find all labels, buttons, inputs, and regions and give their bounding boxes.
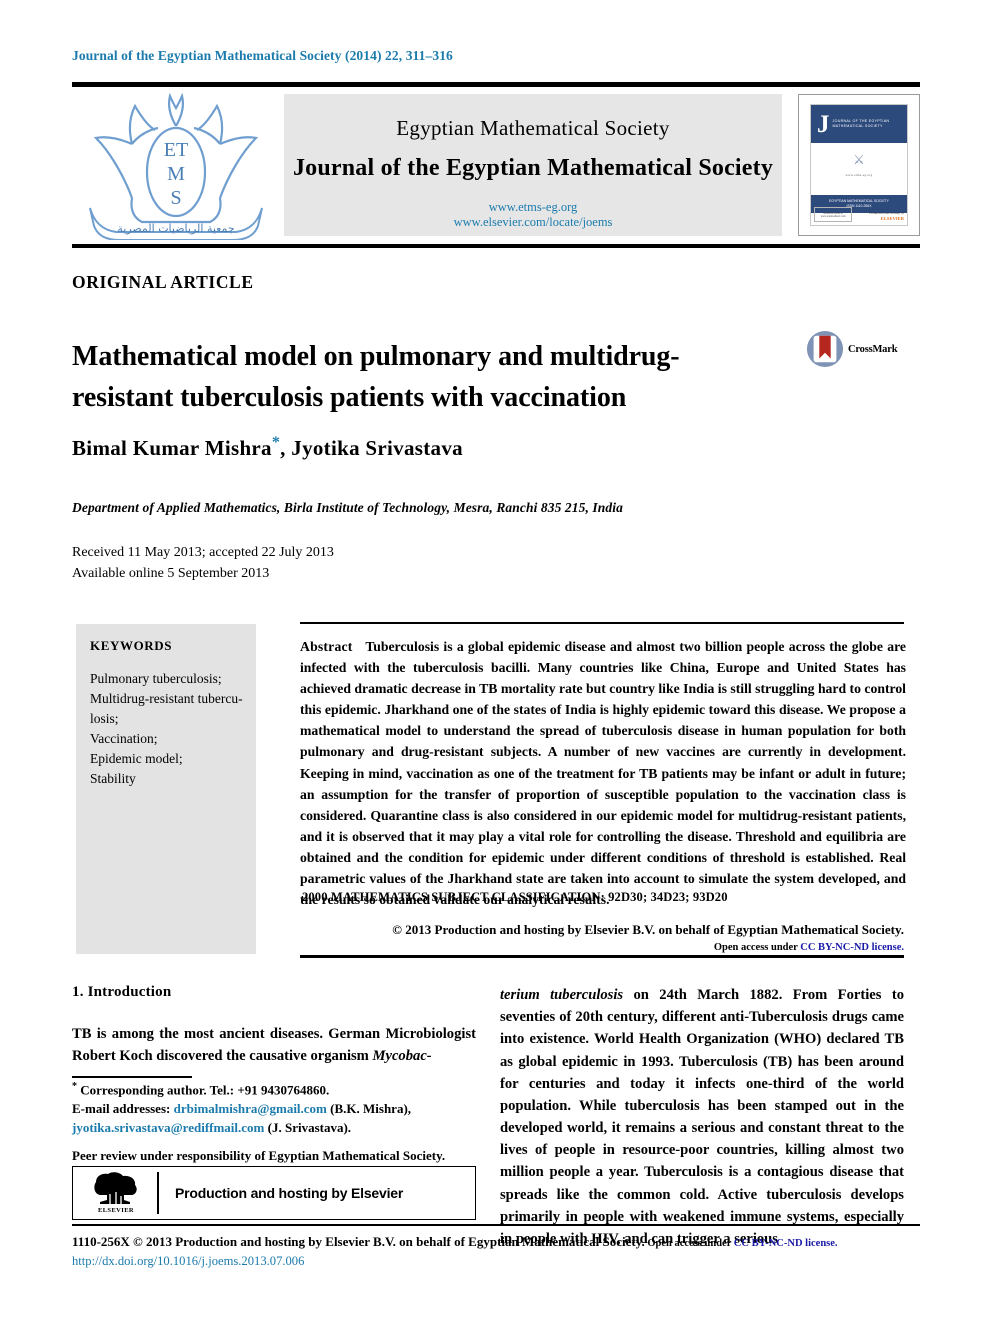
crossmark-icon — [806, 330, 844, 368]
email-link-2[interactable]: jyotika.srivastava@rediffmail.com — [72, 1120, 264, 1135]
elsevier-production-text: Production and hosting by Elsevier — [175, 1185, 404, 1201]
elsevier-production-box: ELSEVIER Production and hosting by Elsev… — [72, 1166, 476, 1220]
cover-footer: Available online at www.sciencedirect.co… — [811, 207, 907, 223]
journal-cover-thumbnail: J JOURNAL OF THE EGYPTIAN MATHEMATICAL S… — [798, 94, 920, 236]
society-url[interactable]: www.etms-eg.org — [284, 200, 782, 215]
journal-urls: www.etms-eg.org www.elsevier.com/locate/… — [284, 200, 782, 231]
organism-name-italic: Mycobac- — [372, 1048, 432, 1065]
copyright-line: © 2013 Production and hosting by Elsevie… — [392, 922, 904, 937]
intro-paragraph-right: terium tuberculosis on 24th March 1882. … — [500, 984, 904, 1250]
affiliation: Department of Applied Mathematics, Birla… — [72, 500, 623, 515]
footer-doi-link[interactable]: http://dx.doi.org/10.1016/j.joems.2013.0… — [72, 1252, 920, 1271]
email-name-2: (J. Srivastava). — [264, 1120, 352, 1136]
article-page: Journal of the Egyptian Mathematical Soc… — [0, 0, 992, 1323]
received-date: Received 11 May 2013; accepted 22 July 2… — [72, 545, 334, 560]
cover-url: www.etms-eg.org — [845, 173, 873, 177]
open-access-prefix: Open access under — [713, 941, 801, 953]
corresponding-author-marker: * — [271, 434, 281, 451]
keywords-heading: KEYWORDS — [90, 638, 173, 653]
email-name-1: (B.K. Mishra), — [326, 1101, 412, 1117]
email-link-1[interactable]: drbimalmishra@gmail.com — [174, 1101, 327, 1116]
cover-title-band: J JOURNAL OF THE EGYPTIAN MATHEMATICAL S… — [811, 105, 907, 143]
cover-sciencedirect-box: Available online at www.sciencedirect.co… — [814, 207, 852, 222]
elsevier-tree-icon — [94, 1172, 137, 1204]
elsevier-wordmark: ELSEVIER — [97, 1207, 135, 1214]
masthead-center: Egyptian Mathematical Society Journal of… — [284, 94, 782, 236]
footer-issn-copyright: 1110-256X © 2013 Production and hosting … — [72, 1234, 645, 1249]
keywords-list: Pulmonary tuberculosis; Multidrug-resista… — [90, 671, 243, 786]
page-title: Mathematical model on pulmonary and mult… — [72, 340, 680, 413]
intro-right-text: on 24th March 1882. From Forties to seve… — [500, 987, 904, 1247]
footer-rule — [72, 1224, 920, 1226]
cover-j-letter: J — [817, 110, 830, 138]
footnote-rule — [72, 1076, 192, 1078]
section-heading-introduction: 1. Introduction — [72, 984, 172, 1000]
journal-name: Journal of the Egyptian Mathematical Soc… — [292, 155, 774, 181]
masthead: ET M S جمعية الرياضيات المصرية Egyptian … — [72, 92, 920, 241]
open-access-line: Open access under CC BY-NC-ND license. — [300, 940, 904, 956]
abstract-body: Tuberculosis is a global epidemic diseas… — [300, 639, 906, 908]
intro-paragraph-left: TB is among the most ancient diseases. G… — [72, 1026, 476, 1065]
page-footer: 1110-256X © 2013 Production and hosting … — [72, 1232, 920, 1271]
etms-arabic-banner: جمعية الرياضيات المصرية — [117, 222, 234, 235]
article-dates: Received 11 May 2013; accepted 22 July 2… — [72, 542, 334, 585]
msc-classification: 2000 MATHEMATICS SUBJECT CLASSIFICATION:… — [302, 890, 728, 904]
etms-society-logo: ET M S جمعية الرياضيات المصرية — [72, 92, 280, 241]
peer-review-note: Peer review under responsibility of Egyp… — [72, 1148, 446, 1164]
crossmark-badge[interactable]: CrossMark — [806, 329, 918, 369]
footer-open-access: Open access under — [644, 1238, 734, 1249]
footer-cc-license-link[interactable]: CC BY-NC-ND license. — [734, 1238, 838, 1249]
footnote-block: * Corresponding author. Tel.: +91 943076… — [72, 1080, 476, 1166]
svg-text:M: M — [167, 163, 185, 185]
body-column-left: 1. Introduction TB is among the most anc… — [72, 984, 476, 1082]
available-online-date: Available online 5 September 2013 — [72, 566, 270, 582]
cover-elsevier-word: ELSEVIER — [880, 215, 904, 221]
abstract-text: Abstract Tuberculosis is a global epidem… — [300, 636, 906, 910]
cover-elsevier: Production and hosting by ELSEVIER — [869, 211, 904, 222]
etms-lotus-icon: ET M S جمعية الرياضيات المصرية — [89, 92, 263, 241]
author-primary: Bimal Kumar Mishra — [72, 436, 272, 460]
author-list: Bimal Kumar Mishra*, Jyotika Srivastava — [72, 434, 463, 461]
cover-middle: ⚔ www.etms-eg.org — [811, 143, 907, 195]
footer-copyright-line: 1110-256X © 2013 Production and hosting … — [72, 1232, 920, 1252]
masthead-bottom-rule — [72, 244, 920, 248]
body-column-right: terium tuberculosis on 24th March 1882. … — [500, 984, 904, 1250]
corresponding-text: Corresponding author. Tel.: +91 94307648… — [77, 1082, 330, 1098]
svg-text:ET: ET — [164, 139, 188, 161]
keywords-box: KEYWORDS Pulmonary tuberculosis; Multidru… — [76, 624, 256, 954]
abstract-copyright: © 2013 Production and hosting by Elsevie… — [300, 920, 904, 955]
cc-license-link[interactable]: CC BY-NC-ND license. — [800, 942, 904, 953]
cover-inner: J JOURNAL OF THE EGYPTIAN MATHEMATICAL S… — [810, 104, 908, 226]
crossmark-label: CrossMark — [848, 343, 898, 355]
article-type-label: ORIGINAL ARTICLE — [72, 272, 254, 292]
email-addresses-note: E-mail addresses: drbimalmishra@gmail.co… — [72, 1100, 476, 1138]
abstract-top-rule — [300, 622, 904, 624]
svg-text:S: S — [170, 187, 181, 209]
author-secondary: , Jyotika Srivastava — [280, 436, 463, 460]
abstract-label: Abstract — [300, 639, 353, 654]
email-label: E-mail addresses: — [72, 1101, 171, 1117]
elsevier-logo: ELSEVIER — [73, 1172, 155, 1214]
elsevier-divider — [157, 1172, 159, 1214]
abstract-bottom-rule — [300, 955, 904, 958]
cover-emblem-icon: ⚔ — [853, 152, 865, 167]
masthead-top-rule — [72, 82, 920, 87]
society-name: Egyptian Mathematical Society — [396, 116, 670, 140]
organism-name-italic-cont: terium tuberculosis — [500, 987, 624, 1003]
running-head: Journal of the Egyptian Mathematical Soc… — [72, 48, 453, 63]
corresponding-author-note: * Corresponding author. Tel.: +91 943076… — [72, 1080, 476, 1100]
elsevier-url[interactable]: www.elsevier.com/locate/joems — [284, 215, 782, 230]
cover-band-title: JOURNAL OF THE EGYPTIAN MATHEMATICAL SOC… — [832, 118, 890, 128]
